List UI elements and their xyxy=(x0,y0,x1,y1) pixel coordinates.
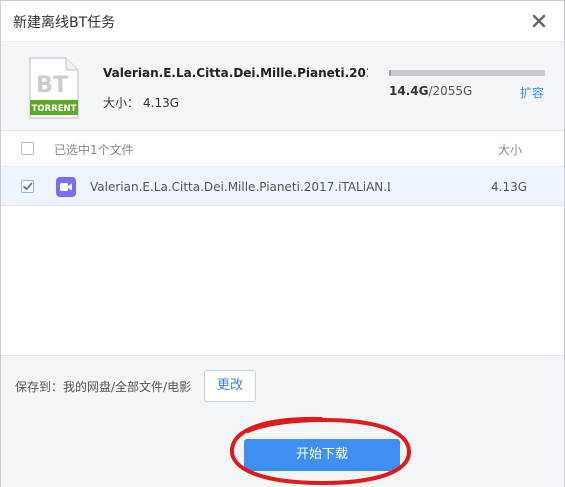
storage-quota-text: 14.4G/2055G xyxy=(389,84,472,98)
size-value: 4.13G xyxy=(143,96,180,110)
select-all-checkbox[interactable] xyxy=(21,142,34,155)
close-icon[interactable] xyxy=(529,11,549,31)
change-path-button[interactable]: 更改 xyxy=(204,370,256,402)
title-bar: 新建离线BT任务 xyxy=(1,1,564,41)
save-path-label: 保存到：我的网盘/全部文件/电影 xyxy=(15,380,192,394)
storage-quota-bar xyxy=(389,70,545,76)
storage-quota-fill xyxy=(389,70,391,76)
bt-torrent-file-icon: BT TORRENT xyxy=(28,56,80,120)
expand-storage-link[interactable]: 扩容 xyxy=(520,84,544,101)
torrent-icon-bt-text: BT xyxy=(36,73,68,98)
offline-bt-task-dialog: 新建离线BT任务 BT TORRENT Valerian.E.La.Citta.… xyxy=(0,0,565,487)
file-row-checkbox[interactable] xyxy=(21,180,34,193)
torrent-size: 大小： 4.13G xyxy=(103,94,179,111)
dialog-title: 新建离线BT任务 xyxy=(13,15,116,31)
dialog-footer: 保存到：我的网盘/全部文件/电影 更改 开始下载 xyxy=(1,355,564,487)
selected-count-text: 已选中1个文件 xyxy=(54,143,134,157)
video-icon xyxy=(55,176,77,198)
start-download-button[interactable]: 开始下载 xyxy=(244,439,400,471)
size-column-header: 大小 xyxy=(498,143,523,157)
file-list-header: 已选中1个文件 大小 xyxy=(1,131,564,165)
torrent-icon-label: TORRENT xyxy=(32,104,77,114)
file-name: Valerian.E.La.Citta.Dei.Mille.Pianeti.20… xyxy=(90,180,390,194)
file-row[interactable]: Valerian.E.La.Citta.Dei.Mille.Pianeti.20… xyxy=(1,166,564,206)
storage-used: 14.4G xyxy=(389,84,429,98)
torrent-info-panel: BT TORRENT Valerian.E.La.Citta.Dei.Mille… xyxy=(1,41,564,131)
torrent-name: Valerian.E.La.Citta.Dei.Mille.Pianeti.20… xyxy=(103,66,368,80)
size-label-text: 大小： xyxy=(103,96,140,110)
file-size: 4.13G xyxy=(491,180,528,194)
storage-total: /2055G xyxy=(428,84,473,98)
